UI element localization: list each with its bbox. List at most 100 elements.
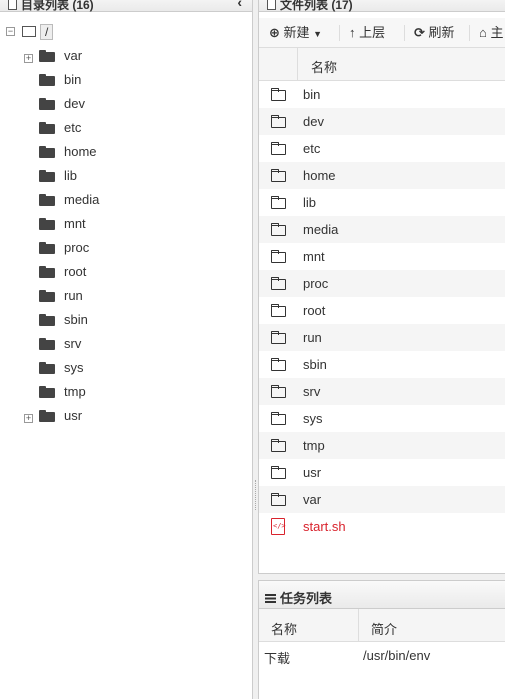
caret-down-icon: ▼ xyxy=(313,29,323,39)
file-row[interactable]: sbin xyxy=(259,351,505,378)
directory-panel: 目录列表 (16) ‹ − / + var bin dev etc home lib medi… xyxy=(0,0,253,699)
file-row[interactable]: srv xyxy=(259,378,505,405)
toggle-slot: + xyxy=(24,51,33,64)
home-button[interactable]: ⌂ 主 xyxy=(479,25,504,41)
column-divider xyxy=(358,609,359,642)
task-panel-title: 任务列表 xyxy=(265,588,332,607)
file-row[interactable]: mnt xyxy=(259,243,505,270)
folder-icon xyxy=(39,242,55,254)
folder-icon xyxy=(39,146,55,158)
file-toolbar: ⊕ 新建 ▼ ↑ 上层 ⟳ 刷新 ⌂ 主 xyxy=(259,18,505,48)
file-name: tmp xyxy=(303,438,325,453)
toolbar-divider xyxy=(339,25,340,41)
task-panel-header: 任务列表 xyxy=(259,581,505,609)
document-icon xyxy=(267,0,276,10)
folder-icon xyxy=(39,74,55,86)
arrow-up-icon: ↑ xyxy=(349,25,356,40)
tree-item-label: var xyxy=(64,48,83,63)
file-name: bin xyxy=(303,87,321,102)
tree-item-label: srv xyxy=(64,336,82,351)
file-name: sbin xyxy=(303,357,327,372)
task-column-name[interactable]: 名称 xyxy=(271,619,297,638)
file-name: mnt xyxy=(303,249,325,264)
toolbar-divider xyxy=(404,25,405,41)
file-panel-title: 文件列表 (17) xyxy=(267,0,353,13)
toggle-slot: + xyxy=(24,411,33,424)
file-row[interactable]: tmp xyxy=(259,432,505,459)
chevron-left-icon[interactable]: ‹ xyxy=(237,0,242,10)
tree-item-label: root xyxy=(64,264,87,279)
file-name: start.sh xyxy=(303,519,346,534)
file-name: proc xyxy=(303,276,329,291)
toolbar-divider xyxy=(469,25,470,41)
file-row[interactable]: dev xyxy=(259,108,505,135)
folder-outline-icon xyxy=(271,196,286,209)
file-name: etc xyxy=(303,141,321,156)
tree-item-label: media xyxy=(64,192,100,207)
file-panel-header: 文件列表 (17) xyxy=(259,0,505,12)
file-row[interactable]: media xyxy=(259,216,505,243)
tree-item-label: proc xyxy=(64,240,90,255)
file-row[interactable]: proc xyxy=(259,270,505,297)
tree-root-label[interactable]: / xyxy=(40,24,54,40)
home-icon: ⌂ xyxy=(479,25,487,40)
up-button-label: 上层 xyxy=(359,25,386,40)
document-icon xyxy=(8,0,17,10)
file-row[interactable]: </> start.sh xyxy=(259,513,505,540)
folder-outline-icon xyxy=(271,466,286,479)
folder-icon xyxy=(39,50,55,62)
tree-item-label: tmp xyxy=(64,384,86,399)
expand-toggle-icon[interactable]: + xyxy=(24,414,33,424)
folder-outline-icon xyxy=(271,88,286,101)
folder-outline-icon xyxy=(271,358,286,371)
file-row[interactable]: bin xyxy=(259,81,505,108)
toggle-slot xyxy=(24,339,33,348)
plus-circle-icon: ⊕ xyxy=(269,25,280,40)
tree-root[interactable]: − / xyxy=(6,24,54,40)
file-row[interactable]: sys xyxy=(259,405,505,432)
column-header-name[interactable]: 名称 xyxy=(311,57,337,76)
file-name: root xyxy=(303,303,326,318)
file-name: home xyxy=(303,168,336,183)
file-name: srv xyxy=(303,384,321,399)
toggle-slot xyxy=(24,147,33,156)
task-column-desc[interactable]: 简介 xyxy=(371,619,397,638)
file-row[interactable]: etc xyxy=(259,135,505,162)
file-list-header: 名称 xyxy=(259,48,505,81)
up-button[interactable]: ↑ 上层 xyxy=(349,25,385,41)
folder-icon xyxy=(39,338,55,350)
refresh-button-label: 刷新 xyxy=(428,25,455,40)
folder-outline-icon xyxy=(271,385,286,398)
toggle-slot xyxy=(24,123,33,132)
folder-outline-icon xyxy=(271,493,286,506)
file-name: lib xyxy=(303,195,317,210)
toggle-slot xyxy=(24,171,33,180)
folder-outline-icon xyxy=(271,250,286,263)
folder-outline-icon xyxy=(271,115,286,128)
file-row[interactable]: root xyxy=(259,297,505,324)
script-file-icon: </> xyxy=(271,518,286,535)
refresh-button[interactable]: ⟳ 刷新 xyxy=(414,25,455,41)
directory-title-text: 目录列表 (16) xyxy=(21,0,94,12)
tree-item-label: run xyxy=(64,288,83,303)
file-row[interactable]: usr xyxy=(259,459,505,486)
expand-toggle-icon[interactable]: + xyxy=(24,54,33,64)
tree-item-label: mnt xyxy=(64,216,86,231)
collapse-toggle-icon[interactable]: − xyxy=(6,27,15,37)
file-row[interactable]: var xyxy=(259,486,505,513)
toggle-slot xyxy=(24,267,33,276)
folder-outline-icon xyxy=(271,412,286,425)
folder-icon xyxy=(39,218,55,230)
folder-icon xyxy=(39,122,55,134)
file-row[interactable]: home xyxy=(259,162,505,189)
folder-icon xyxy=(39,362,55,374)
task-title-text: 任务列表 xyxy=(280,591,333,606)
task-name: 下载 xyxy=(264,651,291,666)
task-desc: /usr/bin/env xyxy=(363,648,431,663)
folder-outline-icon xyxy=(271,304,286,317)
file-row[interactable]: lib xyxy=(259,189,505,216)
file-row[interactable]: run xyxy=(259,324,505,351)
new-button[interactable]: ⊕ 新建 ▼ xyxy=(269,25,322,42)
file-name: sys xyxy=(303,411,323,426)
folder-outline-icon xyxy=(271,169,286,182)
